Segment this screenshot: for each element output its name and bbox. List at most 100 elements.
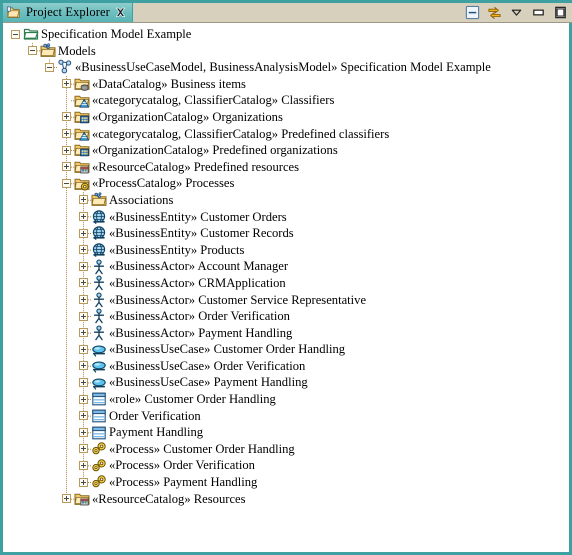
tree-row[interactable]: «OrganizationCatalog» Organizations xyxy=(3,109,569,126)
expand-toggle[interactable] xyxy=(62,145,71,155)
tree-row[interactable]: Payment Handling xyxy=(3,424,569,441)
expand-toggle[interactable] xyxy=(62,129,71,139)
resource-catalog-icon xyxy=(74,493,90,506)
tree-row[interactable]: Associations xyxy=(3,192,569,209)
tree-row-label: «OrganizationCatalog» Organizations xyxy=(92,109,283,124)
tree-row[interactable]: «OrganizationCatalog» Predefined organiz… xyxy=(3,142,569,159)
tree-row[interactable]: «Process» Payment Handling xyxy=(3,474,569,491)
tree-row[interactable]: «role» Customer Order Handling xyxy=(3,391,569,408)
tree-row[interactable]: «Process» Customer Order Handling xyxy=(3,441,569,458)
expand-toggle[interactable] xyxy=(62,494,71,504)
tree-row[interactable]: «BusinessUseCase» Payment Handling xyxy=(3,374,569,391)
tree-row[interactable]: «BusinessActor» Order Verification xyxy=(3,308,569,325)
expand-toggle[interactable] xyxy=(79,228,88,238)
organization-catalog-icon xyxy=(74,111,90,124)
expand-toggle[interactable] xyxy=(62,162,71,172)
tree-row[interactable]: «BusinessActor» Account Manager xyxy=(3,258,569,275)
expand-toggle[interactable] xyxy=(79,427,88,437)
tree-row-label: «BusinessEntity» Products xyxy=(109,242,245,257)
tree-row[interactable]: Specification Model Example xyxy=(3,26,569,43)
collapse-toggle[interactable] xyxy=(45,62,54,72)
expand-toggle[interactable] xyxy=(79,195,88,205)
tree-row-label: «BusinessUseCase» Customer Order Handlin… xyxy=(109,342,346,357)
expand-toggle[interactable] xyxy=(79,245,88,255)
tree-row-label: «BusinessActor» Customer Service Represe… xyxy=(109,292,367,307)
link-editor-icon[interactable] xyxy=(487,5,502,20)
tree-row[interactable]: «BusinessUseCaseModel, BusinessAnalysisM… xyxy=(3,59,569,76)
tree-row-label: «ResourceCatalog» Resources xyxy=(92,491,246,506)
collapse-toggle[interactable] xyxy=(11,29,20,39)
project-explorer-view: Project Explorer Specification Model Exa… xyxy=(0,0,572,555)
expand-toggle[interactable] xyxy=(79,361,88,371)
tree-row-label: Specification Model Example xyxy=(41,27,192,41)
tree-row[interactable]: «BusinessEntity» Customer Orders xyxy=(3,209,569,226)
business-entity-icon xyxy=(92,210,106,224)
maximize-icon[interactable] xyxy=(553,5,568,20)
minimize-icon[interactable] xyxy=(531,5,546,20)
tree-row[interactable]: «BusinessEntity» Customer Records xyxy=(3,225,569,242)
tree-row[interactable]: «BusinessUseCase» Order Verification xyxy=(3,358,569,375)
expand-toggle[interactable] xyxy=(79,295,88,304)
collapse-all-icon[interactable] xyxy=(465,5,480,20)
expand-toggle[interactable] xyxy=(79,477,88,487)
tree-row[interactable]: «Process» Order Verification xyxy=(3,457,569,474)
data-catalog-icon xyxy=(74,78,90,91)
expand-toggle[interactable] xyxy=(79,377,88,387)
tree-row[interactable]: «categorycatalog, ClassifierCatalog» Cla… xyxy=(3,92,569,109)
associations-folder-icon xyxy=(91,192,107,207)
tree-row-label: «BusinessUseCase» Payment Handling xyxy=(109,375,308,390)
expand-toggle[interactable] xyxy=(62,79,71,89)
tree-row[interactable]: Order Verification xyxy=(3,408,569,425)
role-class-icon xyxy=(92,393,106,406)
business-entity-icon xyxy=(92,243,106,258)
tree-row[interactable]: «ProcessCatalog» Processes xyxy=(3,175,569,192)
expand-toggle[interactable] xyxy=(79,278,88,288)
tree-row[interactable]: Models xyxy=(3,43,569,60)
expand-toggle[interactable] xyxy=(79,261,88,271)
expand-toggle[interactable] xyxy=(79,460,88,470)
tree-row-label: «Process» Payment Handling xyxy=(109,475,258,490)
process-catalog-icon xyxy=(74,178,90,191)
business-usecase-icon xyxy=(92,361,106,373)
process-icon xyxy=(92,459,106,472)
tree-row[interactable]: «ResourceCatalog» Predefined resources xyxy=(3,159,569,176)
collapse-toggle[interactable] xyxy=(28,46,37,56)
tree-row[interactable]: «BusinessEntity» Products xyxy=(3,242,569,259)
tree-row-label: «ResourceCatalog» Predefined resources xyxy=(92,159,300,174)
expand-toggle[interactable] xyxy=(79,394,88,404)
tree-row[interactable]: «categorycatalog, ClassifierCatalog» Pre… xyxy=(3,126,569,143)
tree-row[interactable]: «ResourceCatalog» Resources xyxy=(3,491,569,508)
tree-row[interactable]: «BusinessActor» Payment Handling xyxy=(3,325,569,342)
classifier-catalog-icon xyxy=(74,95,90,108)
tree-row[interactable]: «BusinessActor» Customer Service Represe… xyxy=(3,292,569,309)
process-icon xyxy=(92,475,106,488)
tree-row-label: «BusinessActor» Order Verification xyxy=(109,309,290,324)
model-tree[interactable]: Specification Model Example Models «Busine… xyxy=(3,23,569,552)
expand-toggle[interactable] xyxy=(79,344,88,354)
project-explorer-icon xyxy=(7,5,20,18)
close-icon[interactable] xyxy=(115,7,126,18)
business-actor-icon xyxy=(93,325,105,341)
expand-toggle[interactable] xyxy=(79,444,88,454)
tree-row-label: Order Verification xyxy=(109,408,201,423)
expand-toggle[interactable] xyxy=(79,411,88,421)
business-usecase-icon xyxy=(92,378,106,390)
tree-row-label: «categorycatalog, ClassifierCatalog» Pre… xyxy=(92,126,390,141)
expand-toggle[interactable] xyxy=(79,311,88,321)
business-usecase-icon xyxy=(92,345,106,357)
chevron-down-icon[interactable] xyxy=(509,5,524,20)
business-actor-icon xyxy=(93,259,105,274)
tree-row-label: «BusinessUseCaseModel, BusinessAnalysisM… xyxy=(75,60,491,75)
tree-row[interactable]: «BusinessActor» CRMApplication xyxy=(3,275,569,292)
tree-row-label: Models xyxy=(58,43,96,58)
expand-toggle[interactable] xyxy=(79,328,88,338)
tree-row[interactable]: «BusinessUseCase» Customer Order Handlin… xyxy=(3,341,569,358)
tree-row-label: «role» Customer Order Handling xyxy=(109,392,276,407)
collapse-toggle[interactable] xyxy=(62,178,71,188)
tree-row-label: «BusinessEntity» Customer Orders xyxy=(109,209,287,224)
tree-row[interactable]: «DataCatalog» Business items xyxy=(3,76,569,93)
view-toolbar xyxy=(465,3,572,22)
expand-toggle[interactable] xyxy=(62,112,71,122)
tab-project-explorer[interactable]: Project Explorer xyxy=(3,3,133,22)
expand-toggle[interactable] xyxy=(79,212,88,222)
